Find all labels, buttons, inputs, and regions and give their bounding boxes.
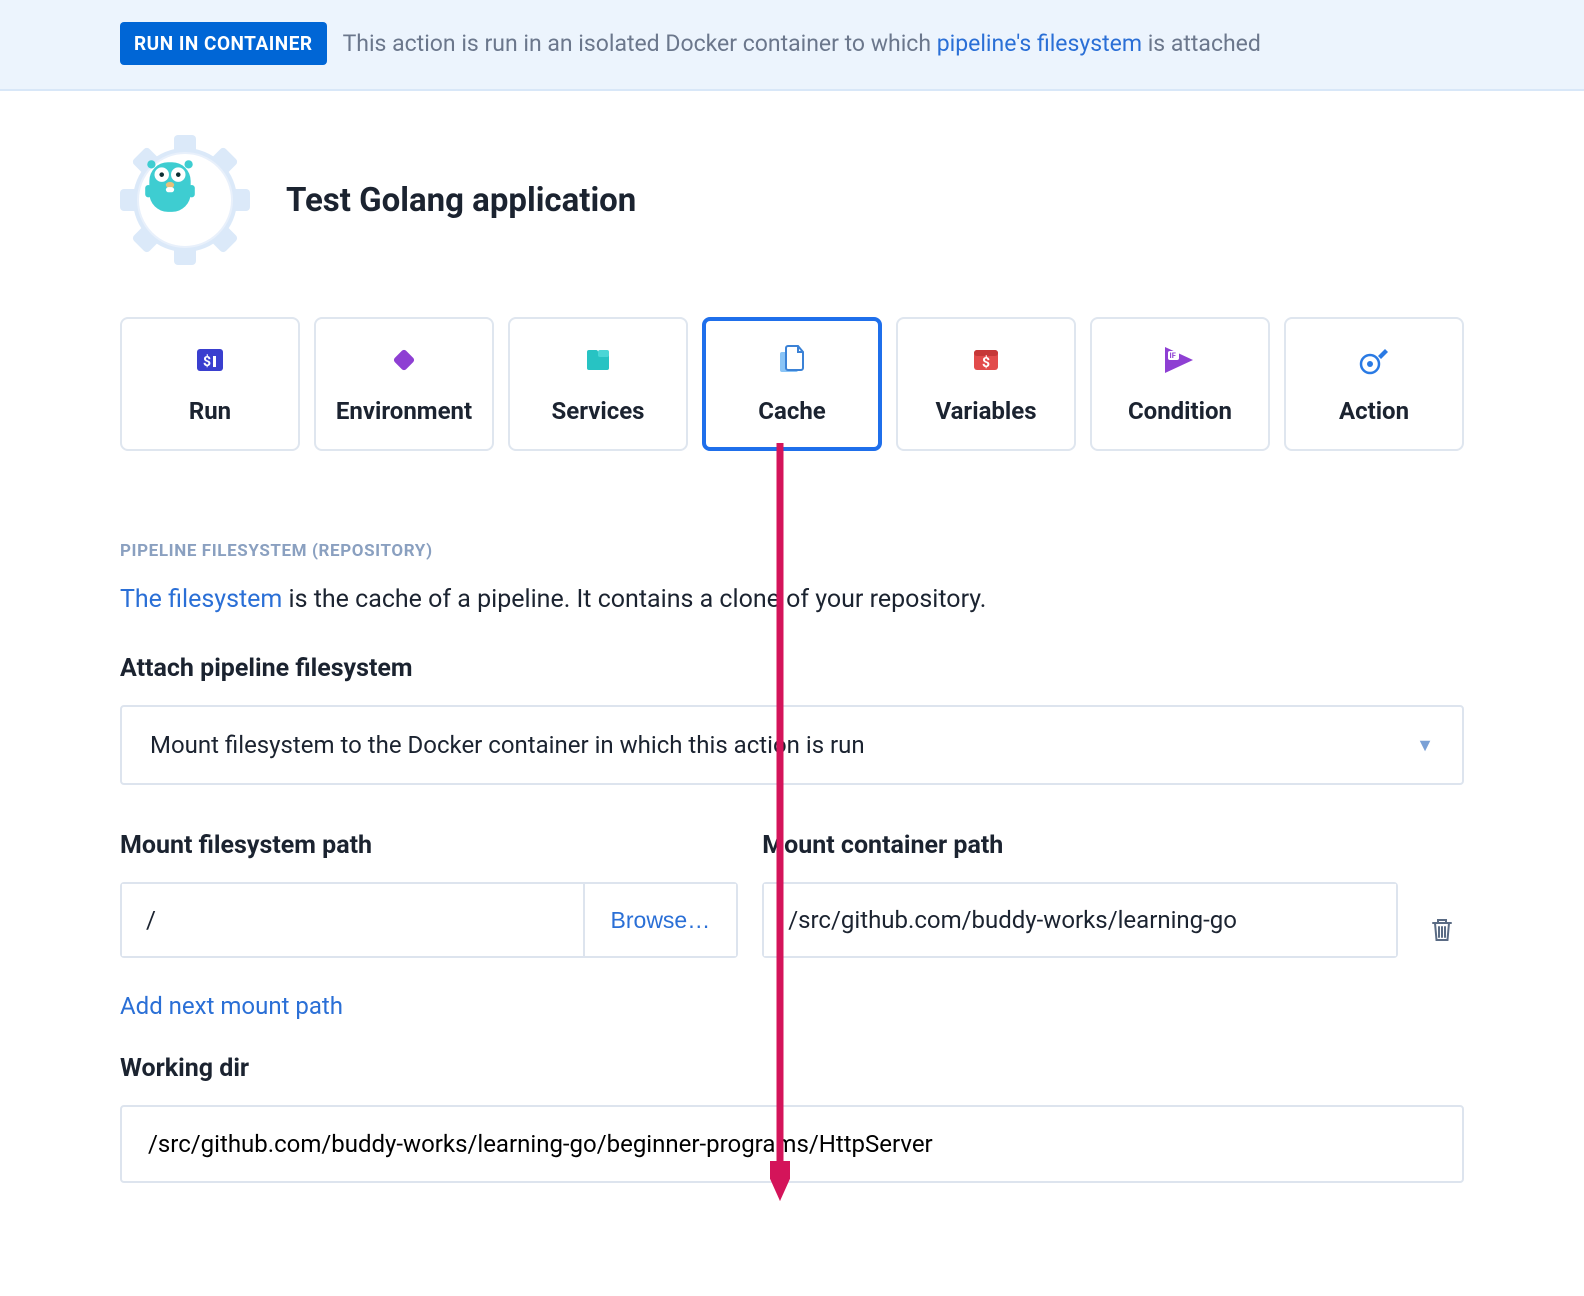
chevron-down-icon: ▼ bbox=[1416, 735, 1434, 756]
section-description: The filesystem is the cache of a pipelin… bbox=[120, 585, 1464, 614]
the-filesystem-link[interactable]: The filesystem bbox=[120, 585, 282, 614]
mount-fs-path-input[interactable] bbox=[122, 884, 583, 956]
working-dir-input[interactable] bbox=[146, 1129, 1438, 1159]
tab-variables[interactable]: $ Variables bbox=[896, 317, 1076, 451]
mount-container-path-label: Mount container path bbox=[762, 831, 1464, 860]
action-header: Test Golang application bbox=[120, 91, 1464, 317]
tab-cache[interactable]: Cache bbox=[702, 317, 882, 451]
tab-label: Services bbox=[551, 397, 644, 425]
tab-services[interactable]: Services bbox=[508, 317, 688, 451]
attach-filesystem-label: Attach pipeline filesystem bbox=[120, 654, 1464, 683]
svg-text:$: $ bbox=[982, 354, 990, 371]
add-next-mount-path-link[interactable]: Add next mount path bbox=[120, 992, 343, 1020]
tab-label: Cache bbox=[758, 397, 825, 425]
run-in-container-badge: RUN IN CONTAINER bbox=[120, 22, 327, 65]
page-title: Test Golang application bbox=[286, 181, 636, 220]
action-gear-icon bbox=[120, 135, 250, 265]
attach-filesystem-select[interactable]: Mount filesystem to the Docker container… bbox=[120, 705, 1464, 785]
banner-text: This action is run in an isolated Docker… bbox=[343, 30, 1261, 57]
tab-action[interactable]: Action bbox=[1284, 317, 1464, 451]
box-icon bbox=[582, 343, 614, 377]
tab-condition[interactable]: IF Condition bbox=[1090, 317, 1270, 451]
run-in-container-banner: RUN IN CONTAINER This action is run in a… bbox=[0, 0, 1584, 91]
tab-environment[interactable]: Environment bbox=[314, 317, 494, 451]
section-title: PIPELINE FILESYSTEM (REPOSITORY) bbox=[120, 541, 1464, 561]
svg-text:IF: IF bbox=[1170, 351, 1176, 360]
svg-text:$: $ bbox=[203, 353, 211, 370]
working-dir-label: Working dir bbox=[120, 1054, 1464, 1083]
diamond-icon bbox=[388, 343, 420, 377]
trash-icon bbox=[1429, 916, 1455, 944]
tab-run[interactable]: $ Run bbox=[120, 317, 300, 451]
dollar-card-icon: $ bbox=[970, 343, 1002, 377]
select-value: Mount filesystem to the Docker container… bbox=[150, 731, 865, 759]
tab-bar: $ Run Environment Services Cache $ bbox=[120, 317, 1464, 451]
mount-fs-path-label: Mount filesystem path bbox=[120, 831, 738, 860]
browse-button[interactable]: Browse… bbox=[583, 884, 737, 956]
tab-label: Action bbox=[1339, 397, 1409, 425]
files-icon bbox=[775, 343, 809, 377]
delete-mount-button[interactable] bbox=[1420, 908, 1464, 952]
mount-container-path-input[interactable] bbox=[764, 884, 1396, 956]
tab-label: Condition bbox=[1128, 397, 1232, 425]
if-play-icon: IF bbox=[1163, 343, 1197, 377]
tab-label: Environment bbox=[336, 397, 472, 425]
wrench-gear-icon bbox=[1357, 343, 1391, 377]
tab-label: Run bbox=[189, 397, 231, 425]
tab-label: Variables bbox=[935, 397, 1036, 425]
terminal-icon: $ bbox=[194, 343, 226, 377]
pipeline-filesystem-link[interactable]: pipeline's filesystem bbox=[937, 30, 1142, 57]
golang-gopher-icon bbox=[139, 154, 201, 216]
